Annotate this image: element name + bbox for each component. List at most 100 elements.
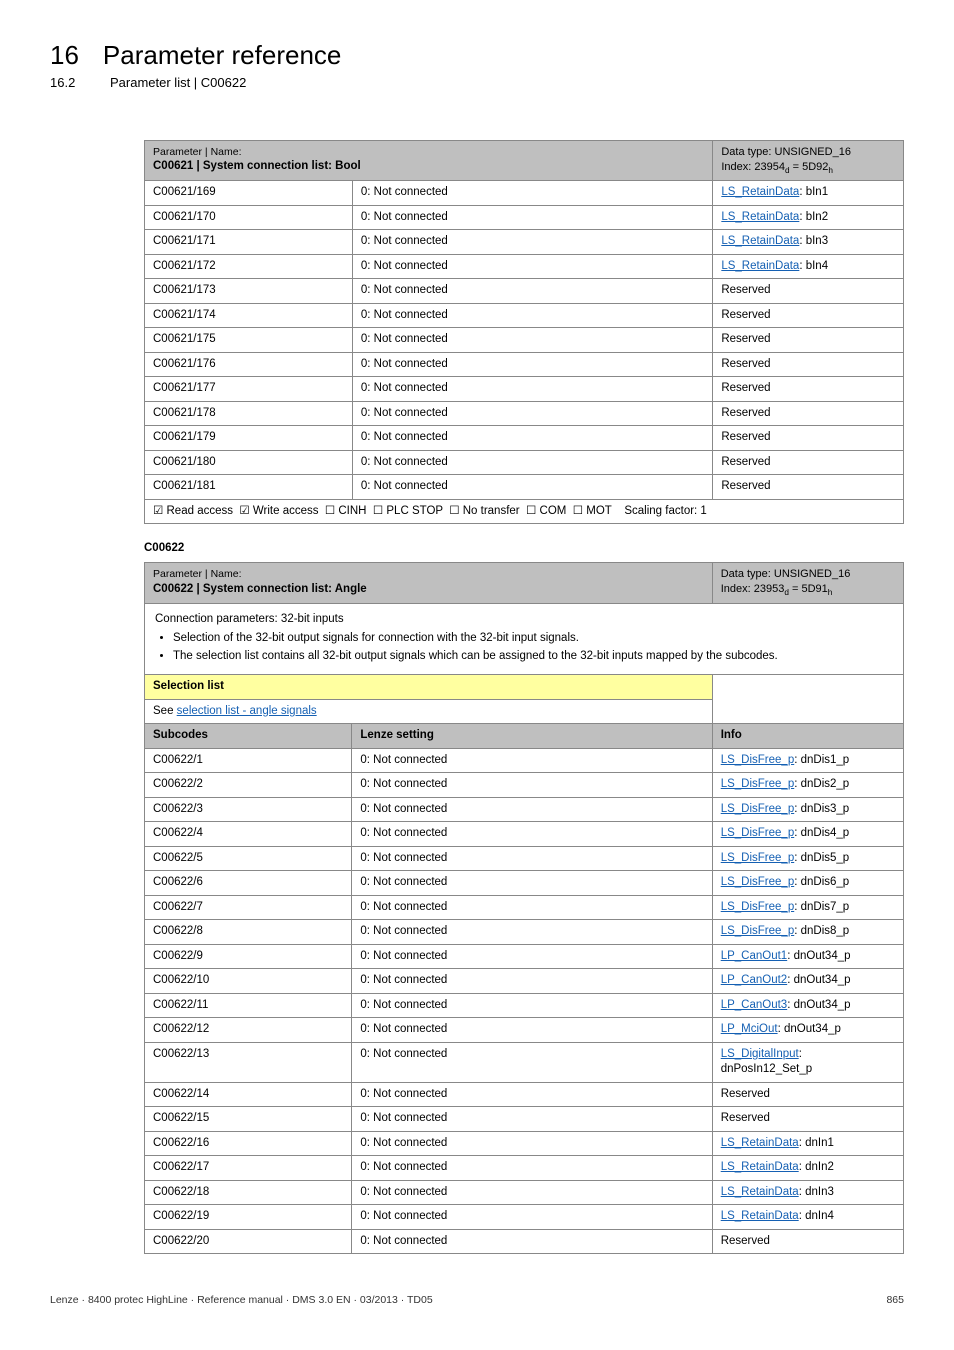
chapter-number: 16: [50, 40, 79, 71]
subcode-cell: C00622/2: [145, 773, 352, 798]
reference-link[interactable]: LS_RetainData: [721, 1210, 799, 1222]
setting-cell: 0: Not connected: [352, 822, 712, 847]
subcode-cell: C00622/10: [145, 969, 352, 994]
selection-list-header: Selection list: [145, 675, 713, 700]
info-cell: LP_CanOut3: dnOut34_p: [712, 993, 903, 1018]
reference-link[interactable]: LP_CanOut1: [721, 950, 788, 962]
table-row: C00621/1790: Not connectedReserved: [145, 426, 904, 451]
info-cell: LS_RetainData: dnIn4: [712, 1205, 903, 1230]
reference-link[interactable]: LS_RetainData: [721, 211, 799, 223]
info-cell: LS_DisFree_p: dnDis4_p: [712, 822, 903, 847]
info-cell: LS_DisFree_p: dnDis2_p: [712, 773, 903, 798]
info-cell: Reserved: [713, 377, 904, 402]
reference-link[interactable]: LS_DigitalInput: [721, 1048, 799, 1060]
index-line: Index: 23953d = 5D91h: [721, 582, 895, 598]
info-cell: LS_DisFree_p: dnDis5_p: [712, 846, 903, 871]
subcode-cell: C00622/4: [145, 822, 352, 847]
info-cell: LS_DisFree_p: dnDis1_p: [712, 748, 903, 773]
table-row: C00622/130: Not connectedLS_DigitalInput…: [145, 1042, 904, 1082]
reference-link[interactable]: LS_DisFree_p: [721, 901, 795, 913]
table-row: C00622/10: Not connectedLS_DisFree_p: dn…: [145, 748, 904, 773]
info-cell: LS_DisFree_p: dnDis3_p: [712, 797, 903, 822]
datatype-line: Data type: UNSIGNED_16: [721, 567, 895, 582]
reference-link[interactable]: LS_RetainData: [721, 235, 799, 247]
setting-cell: 0: Not connected: [352, 1042, 712, 1082]
table-row: C00622/40: Not connectedLS_DisFree_p: dn…: [145, 822, 904, 847]
info-cell: LS_RetainData: bIn4: [713, 254, 904, 279]
reference-link[interactable]: LP_CanOut3: [721, 999, 788, 1011]
info-cell: Reserved: [713, 450, 904, 475]
section-number: 16.2: [50, 75, 86, 90]
subcode-cell: C00621/179: [145, 426, 353, 451]
reference-link[interactable]: LP_MciOut: [721, 1023, 778, 1035]
subcode-cell: C00621/175: [145, 328, 353, 353]
setting-cell: 0: Not connected: [352, 279, 712, 304]
param-name-label: Parameter | Name:: [153, 567, 704, 581]
table-row: C00622/120: Not connectedLP_MciOut: dnOu…: [145, 1018, 904, 1043]
reference-link[interactable]: LS_DisFree_p: [721, 876, 795, 888]
info-cell: LS_DigitalInput: dnPosIn12_Set_p: [712, 1042, 903, 1082]
setting-cell: 0: Not connected: [352, 748, 712, 773]
param-code-line: C00621 | System connection list: Bool: [153, 159, 704, 175]
table-row: C00621/1770: Not connectedReserved: [145, 377, 904, 402]
setting-cell: 0: Not connected: [352, 969, 712, 994]
subcode-cell: C00622/6: [145, 871, 352, 896]
setting-cell: 0: Not connected: [352, 1131, 712, 1156]
subcode-cell: C00622/1: [145, 748, 352, 773]
page-number: 865: [886, 1294, 904, 1306]
setting-cell: 0: Not connected: [352, 426, 712, 451]
subcode-cell: C00622/13: [145, 1042, 352, 1082]
info-cell: Reserved: [712, 1082, 903, 1107]
info-cell: LS_RetainData: bIn1: [713, 181, 904, 206]
datatype-line: Data type: UNSIGNED_16: [721, 145, 895, 160]
subcode-cell: C00622/17: [145, 1156, 352, 1181]
info-cell: Reserved: [713, 279, 904, 304]
reference-link[interactable]: LS_RetainData: [721, 186, 799, 198]
setting-cell: 0: Not connected: [352, 797, 712, 822]
setting-cell: 0: Not connected: [352, 846, 712, 871]
reference-link[interactable]: LS_RetainData: [721, 1186, 799, 1198]
setting-cell: 0: Not connected: [352, 1107, 712, 1132]
table-row: C00622/110: Not connectedLP_CanOut3: dnO…: [145, 993, 904, 1018]
info-cell: LS_RetainData: dnIn2: [712, 1156, 903, 1181]
chapter-title: Parameter reference: [103, 40, 341, 71]
reference-link[interactable]: LS_RetainData: [721, 260, 799, 272]
setting-cell: 0: Not connected: [352, 230, 712, 255]
subcode-cell: C00621/180: [145, 450, 353, 475]
reference-link[interactable]: LS_DisFree_p: [721, 754, 795, 766]
setting-cell: 0: Not connected: [352, 944, 712, 969]
subcode-cell: C00621/177: [145, 377, 353, 402]
access-flags: ☑ Read access ☑ Write access ☐ CINH ☐ PL…: [153, 505, 707, 517]
subcode-cell: C00621/178: [145, 401, 353, 426]
reference-link[interactable]: LS_DisFree_p: [721, 925, 795, 937]
table-row: C00622/70: Not connectedLS_DisFree_p: dn…: [145, 895, 904, 920]
table-row: C00622/170: Not connectedLS_RetainData: …: [145, 1156, 904, 1181]
subcode-cell: C00621/169: [145, 181, 353, 206]
setting-cell: 0: Not connected: [352, 920, 712, 945]
subcode-cell: C00622/7: [145, 895, 352, 920]
reference-link[interactable]: LP_CanOut2: [721, 974, 788, 986]
table-row: C00621/1760: Not connectedReserved: [145, 352, 904, 377]
setting-cell: 0: Not connected: [352, 1156, 712, 1181]
table-row: C00622/190: Not connectedLS_RetainData: …: [145, 1205, 904, 1230]
description-cell: Connection parameters: 32-bit inputs Sel…: [145, 603, 904, 675]
table-c00621: Parameter | Name: C00621 | System connec…: [144, 140, 904, 524]
reference-link[interactable]: LS_RetainData: [721, 1161, 799, 1173]
setting-cell: 0: Not connected: [352, 377, 712, 402]
subcode-cell: C00621/181: [145, 475, 353, 500]
setting-cell: 0: Not connected: [352, 352, 712, 377]
reference-link[interactable]: LS_DisFree_p: [721, 852, 795, 864]
table-row: C00621/1710: Not connectedLS_RetainData:…: [145, 230, 904, 255]
info-cell: Reserved: [713, 328, 904, 353]
reference-link[interactable]: LS_DisFree_p: [721, 778, 795, 790]
setting-cell: 0: Not connected: [352, 254, 712, 279]
reference-link[interactable]: LS_DisFree_p: [721, 827, 795, 839]
subcode-cell: C00621/170: [145, 205, 353, 230]
subcode-cell: C00622/20: [145, 1229, 352, 1254]
table-row: C00622/140: Not connectedReserved: [145, 1082, 904, 1107]
table-row: C00621/1810: Not connectedReserved: [145, 475, 904, 500]
reference-link[interactable]: LS_RetainData: [721, 1137, 799, 1149]
subcode-cell: C00621/174: [145, 303, 353, 328]
reference-link[interactable]: LS_DisFree_p: [721, 803, 795, 815]
selection-list-link[interactable]: selection list - angle signals: [177, 705, 317, 717]
